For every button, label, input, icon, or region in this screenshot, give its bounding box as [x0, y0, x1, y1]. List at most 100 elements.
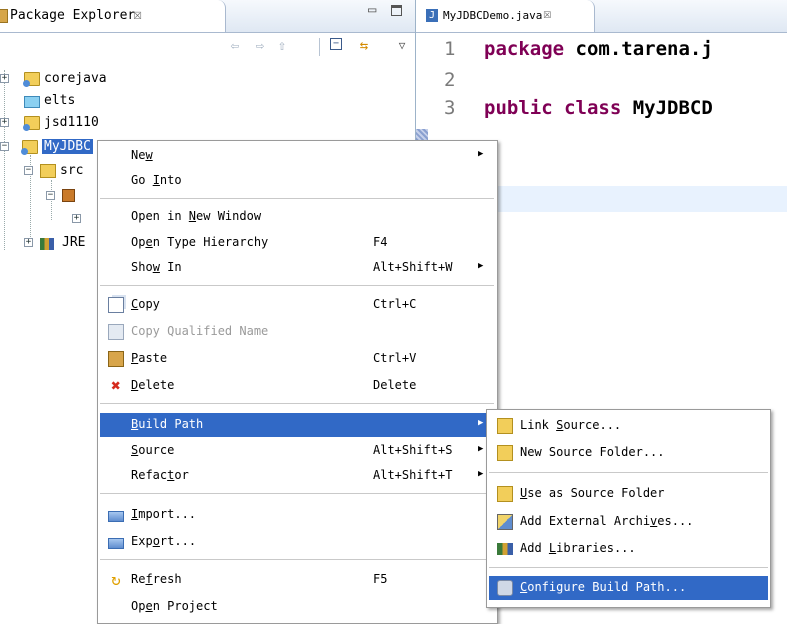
menu-item-show-in[interactable]: Show In Alt+Shift+W ▶: [100, 256, 494, 280]
menu-item-refactor[interactable]: Refactor Alt+Shift+T ▶: [100, 464, 494, 488]
menu-item-label: New: [131, 148, 153, 162]
menu-item-label: Go Into: [131, 173, 182, 187]
submenu-arrow-icon: ▶: [478, 261, 484, 271]
line-number: 1: [444, 38, 456, 60]
tree-item-corejava[interactable]: + corejava: [0, 70, 200, 90]
menu-item-configure-build-path[interactable]: Configure Build Path...: [489, 576, 768, 600]
menu-item-copy[interactable]: Copy Ctrl+C: [100, 293, 494, 317]
link-with-editor-icon[interactable]: ⇆: [355, 37, 373, 55]
menu-item-use-as-source-folder[interactable]: Use as Source Folder: [489, 482, 768, 506]
menu-item-export[interactable]: Export...: [100, 530, 494, 554]
tree-item-label: jsd1110: [44, 115, 99, 130]
close-icon[interactable]: ☒: [133, 5, 142, 23]
tree-item-label: elts: [44, 93, 76, 108]
code-line[interactable]: public class MyJDBCD: [484, 97, 713, 119]
paste-icon: [108, 351, 124, 367]
java-project-icon: [21, 140, 38, 155]
menu-item-label: Configure Build Path...: [520, 580, 687, 594]
tree-item-label: corejava: [44, 71, 107, 86]
menu-item-shortcut: F5: [373, 572, 388, 586]
expand-icon[interactable]: +: [72, 214, 81, 223]
menu-item-label: Refactor: [131, 468, 189, 482]
menu-item-label: Add External Archives...: [520, 514, 694, 528]
menu-item-link-source[interactable]: Link Source...: [489, 414, 768, 438]
code-line[interactable]: package com.tarena.j: [484, 38, 713, 60]
package-explorer-tab[interactable]: Package Explorer ☒: [0, 0, 226, 32]
library-icon: [40, 238, 54, 250]
tree-item-jsd1110[interactable]: + jsd1110: [0, 114, 200, 134]
menu-item-paste[interactable]: Paste Ctrl+V: [100, 347, 494, 371]
forward-arrow-icon[interactable]: ⇨: [251, 37, 269, 55]
submenu-arrow-icon: ▶: [478, 149, 484, 159]
toolbar-separator: [319, 38, 320, 56]
submenu-arrow-icon: ▶: [478, 469, 484, 479]
back-arrow-icon[interactable]: ⇦: [226, 37, 244, 55]
minimize-icon[interactable]: ▭: [368, 2, 376, 18]
menu-item-label: Delete: [131, 378, 175, 392]
menu-item-copy-qualified-name[interactable]: Copy Qualified Name: [100, 320, 494, 344]
build-path-submenu: Link Source... New Source Folder... Use …: [486, 409, 771, 608]
menu-item-new[interactable]: New ▶: [100, 144, 494, 168]
source-folder-icon: [40, 164, 56, 178]
menu-item-open-type-hierarchy[interactable]: Open Type Hierarchy F4: [100, 231, 494, 255]
menu-item-label: Open in New Window: [131, 209, 262, 223]
menu-item-label: Import...: [131, 507, 197, 521]
tree-item-label: src: [60, 163, 84, 178]
menu-item-build-path[interactable]: Build Path ▶: [100, 413, 494, 437]
menu-item-label: Copy: [131, 297, 160, 311]
menu-item-label: Build Path: [131, 417, 204, 431]
menu-item-label: Show In: [131, 260, 182, 274]
menu-item-shortcut: Ctrl+C: [373, 297, 417, 311]
export-icon: [108, 538, 124, 549]
expand-icon[interactable]: +: [0, 118, 9, 127]
menu-item-refresh[interactable]: ↻ Refresh F5: [100, 568, 494, 592]
menu-item-add-external-archives[interactable]: Add External Archives...: [489, 510, 768, 534]
maximize-icon[interactable]: [391, 5, 402, 16]
menu-item-go-into[interactable]: Go Into: [100, 169, 494, 193]
editor-tab[interactable]: J MyJDBCDemo.java ☒: [416, 0, 595, 32]
menu-item-open-in-new-window[interactable]: Open in New Window: [100, 205, 494, 229]
close-icon[interactable]: ☒: [543, 6, 551, 22]
code-keyword: public class: [484, 97, 622, 119]
menu-item-shortcut: Alt+Shift+T: [373, 468, 453, 482]
collapse-all-icon[interactable]: −: [330, 38, 342, 50]
package-explorer-toolbar: ⇦ ⇨ ⇧ − ⇆ ▽: [0, 33, 415, 59]
tree-item-elts[interactable]: elts: [0, 92, 200, 112]
menu-item-label: New Source Folder...: [520, 445, 665, 459]
collapse-icon[interactable]: −: [46, 191, 55, 200]
copy-qualified-name-icon: [108, 324, 124, 340]
menu-item-delete[interactable]: ✖ Delete Delete: [100, 374, 494, 398]
expand-icon[interactable]: +: [24, 238, 33, 247]
menu-item-label: Add Libraries...: [520, 541, 636, 555]
expand-icon[interactable]: +: [0, 74, 9, 83]
menu-item-add-libraries[interactable]: Add Libraries...: [489, 537, 768, 561]
menu-item-label: Export...: [131, 534, 197, 548]
menu-item-label: Link Source...: [520, 418, 622, 432]
menu-item-shortcut: Delete: [373, 378, 417, 392]
context-menu: New ▶ Go Into Open in New Window Open Ty…: [97, 140, 498, 624]
code-keyword: package: [484, 38, 565, 60]
menu-item-label: Use as Source Folder: [520, 486, 665, 500]
line-number: 2: [444, 69, 456, 91]
menu-item-open-project[interactable]: Open Project: [100, 595, 494, 619]
delete-icon: ✖: [111, 376, 121, 395]
code-text: com.tarena.j: [564, 38, 713, 60]
menu-item-label: Open Type Hierarchy: [131, 235, 269, 249]
menu-item-import[interactable]: Import...: [100, 503, 494, 527]
collapse-icon[interactable]: −: [24, 166, 33, 175]
go-up-icon[interactable]: ⇧: [273, 37, 291, 55]
menu-item-new-source-folder[interactable]: New Source Folder...: [489, 441, 768, 465]
menu-item-label: Paste: [131, 351, 168, 365]
menu-separator: [100, 403, 494, 404]
tree-item-label: JRE: [62, 235, 86, 250]
java-project-icon: [23, 72, 40, 87]
menu-separator: [489, 472, 768, 473]
menu-item-shortcut: Alt+Shift+S: [373, 443, 453, 457]
view-menu-chevron-down-icon[interactable]: ▽: [393, 37, 411, 55]
folder-icon: [24, 96, 40, 108]
collapse-icon[interactable]: −: [0, 142, 9, 151]
package-explorer-tab-label: Package Explorer: [10, 8, 136, 23]
submenu-arrow-icon: ▶: [478, 444, 484, 454]
package-icon: [62, 189, 75, 202]
menu-item-source[interactable]: Source Alt+Shift+S ▶: [100, 439, 494, 463]
